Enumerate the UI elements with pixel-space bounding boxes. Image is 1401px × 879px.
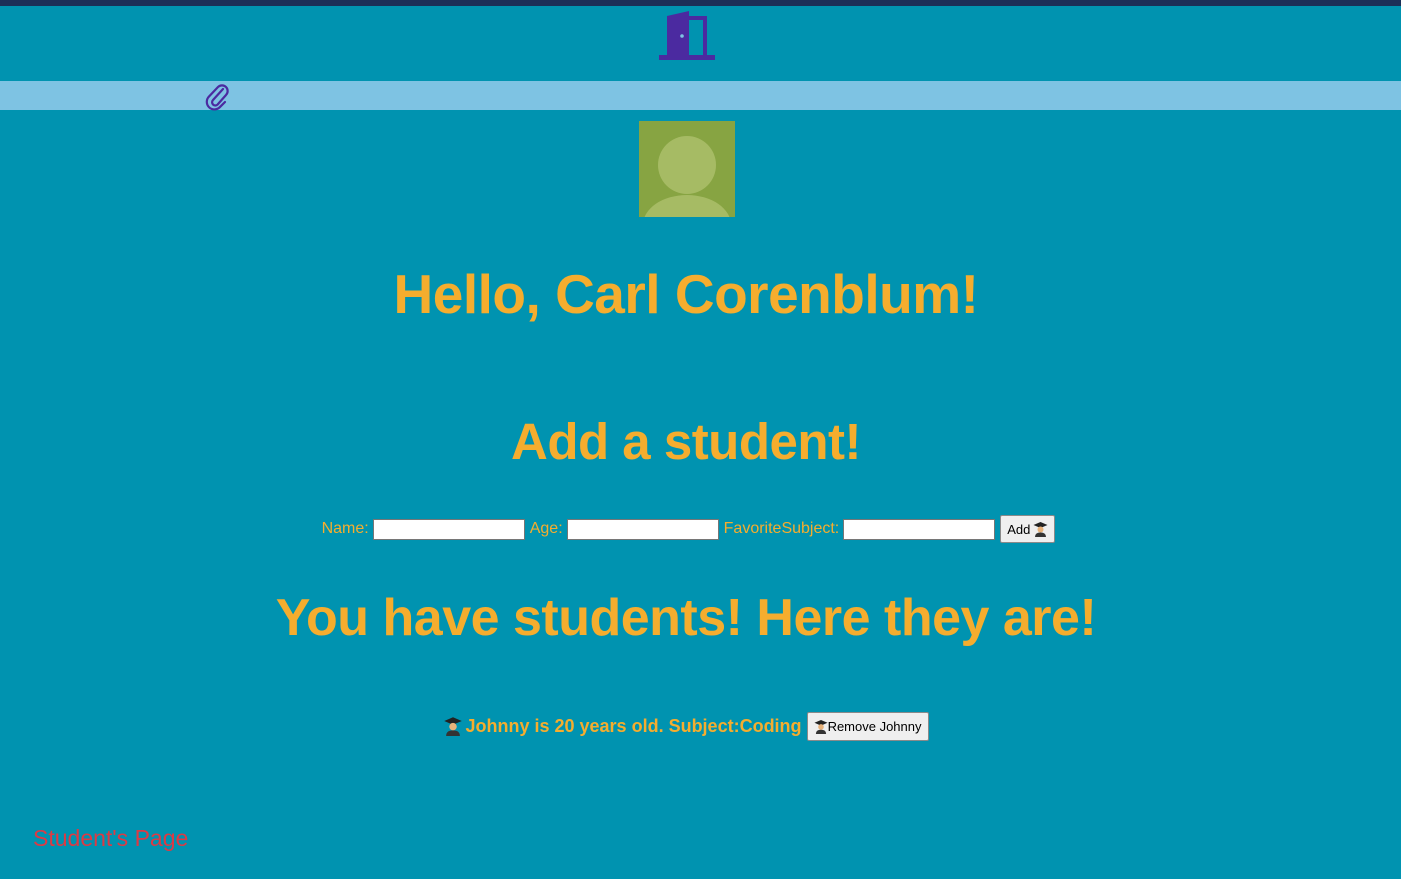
student-icon	[444, 717, 463, 736]
add-student-heading: Add a student!	[511, 413, 861, 470]
favorite-subject-input[interactable]	[843, 518, 996, 540]
students-list-heading: You have students! Here they are!	[275, 589, 1097, 647]
name-label: Name:	[321, 520, 369, 537]
paperclip-icon[interactable]	[204, 83, 230, 111]
student-info-text: Johnny is 20 years old. Subject:Coding	[465, 715, 802, 736]
favorite-subject-label: FavoriteSubject:	[723, 520, 840, 537]
students-page-link[interactable]: Student's Page	[33, 825, 188, 852]
add-button-label: Add	[1007, 521, 1031, 537]
age-input[interactable]	[566, 518, 719, 540]
greeting-heading: Hello, Carl Corenblum!	[393, 263, 979, 325]
student-icon	[814, 719, 828, 734]
door-icon[interactable]	[659, 11, 715, 60]
age-label: Age:	[529, 520, 563, 537]
remove-button-label: Remove Johnny	[827, 718, 922, 734]
user-avatar-icon	[639, 121, 735, 217]
add-student-button[interactable]: Add	[1000, 515, 1056, 543]
add-student-form: Name: Age: FavoriteSubject: Add	[0, 515, 1372, 543]
name-input[interactable]	[372, 518, 525, 540]
student-icon	[1033, 522, 1048, 537]
remove-student-button[interactable]: Remove Johnny	[806, 711, 929, 741]
list-item: Johnny is 20 years old. Subject:Coding R…	[0, 711, 1372, 741]
